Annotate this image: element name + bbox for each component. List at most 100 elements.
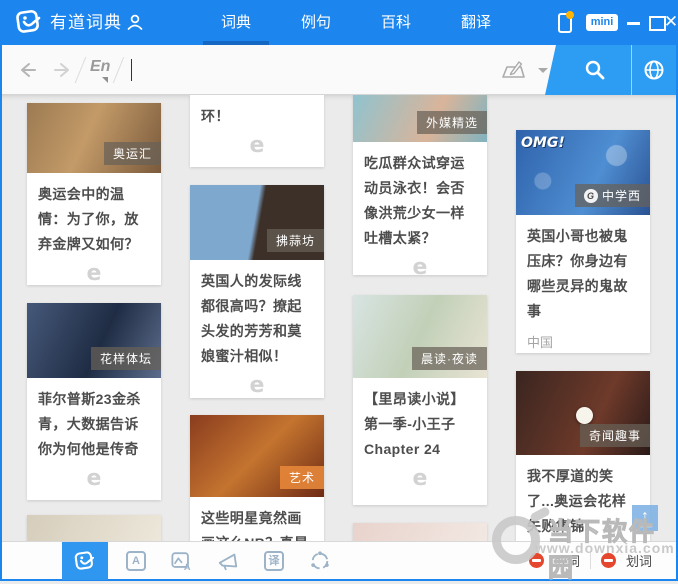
tab-translate[interactable]: 翻译	[436, 0, 516, 45]
search-bar: En	[2, 45, 676, 95]
card-image: 艺术	[190, 415, 324, 497]
user-account-icon[interactable]	[126, 13, 144, 31]
card-image: 晨读·夜读	[353, 295, 487, 378]
category-tag: 奇闻趣事	[579, 424, 650, 447]
g-badge-icon: G	[583, 188, 598, 203]
feed-card[interactable]: 奥运汇 奥运会中的温情：为了你，放弃金牌又如何？ e	[27, 103, 161, 285]
card-title: 吃瓜群众试穿运动员泳衣！会否像洪荒少女一样吐槽太紧？	[364, 155, 465, 246]
mini-mode-button[interactable]: mini	[586, 14, 618, 31]
feed-card[interactable]: OMG! G 中学西 英国小哥也被鬼压床？你身边有哪些灵异的鬼故事 中国 e	[516, 130, 650, 353]
titlebar: 有道词典 词典 例句 百科 翻译 mini ✕	[2, 0, 678, 45]
search-input[interactable]	[138, 53, 488, 87]
translate-icon: 译	[264, 550, 284, 571]
language-selector[interactable]: En	[90, 58, 110, 76]
feed-column-4: OMG! G 中学西 英国小哥也被鬼压床？你身边有哪些灵异的鬼故事 中国 e 奇…	[516, 95, 650, 541]
forward-arrow-icon[interactable]	[52, 60, 72, 80]
capture-word-off-icon[interactable]	[528, 553, 544, 568]
category-tag: G 中学西	[574, 184, 650, 207]
divider	[589, 552, 591, 569]
wordbook-icon: A	[126, 550, 146, 571]
category-tag: 外媒精选	[416, 111, 487, 134]
youdao-logo-icon	[74, 550, 95, 570]
web-translate-button[interactable]	[632, 45, 676, 95]
wordbook-button[interactable]: A	[125, 550, 147, 572]
card-image	[27, 515, 161, 541]
card-title: 【里昂读小说】第一季-小王子 Chapter 24	[364, 391, 465, 457]
tab-dictionary[interactable]: 词典	[196, 0, 276, 45]
search-icon	[585, 60, 605, 80]
card-title: 奥运会中的温情：为了你，放弃金牌又如何？	[38, 186, 139, 252]
back-to-top-button[interactable]: ↑	[632, 505, 658, 531]
content-feed: 奥运汇 奥运会中的温情：为了你，放弃金牌又如何？ e 花样体坛 菲尔普斯23金杀…	[2, 95, 676, 541]
feed-card-partial[interactable]	[353, 523, 487, 541]
card-title: 这些明星竟然画画这么NB？真是令	[201, 510, 308, 541]
feed-card-partial[interactable]	[27, 515, 161, 541]
youdao-e-logo: e	[86, 261, 102, 285]
divider	[112, 56, 125, 84]
back-arrow-icon[interactable]	[18, 60, 38, 80]
feed-card[interactable]: 奇闻趣事 我不厚道的笑了...奥运会花样失败集锦！	[516, 371, 650, 541]
text-cursor	[131, 59, 132, 81]
youdao-e-logo: e	[412, 255, 428, 276]
card-subtitle: 中国	[527, 335, 554, 350]
main-tabs: 词典 例句 百科 翻译	[196, 0, 516, 45]
feed-card[interactable]: 外媒精选 吃瓜群众试穿运动员泳衣！会否像洪荒少女一样吐槽太紧？ e	[353, 95, 487, 275]
image-overlay-text: OMG!	[521, 135, 565, 151]
card-title: 英国人的发际线都很高吗？撩起头发的芳芳和莫娘蜜汁相似！	[201, 273, 302, 364]
mobile-phone-icon[interactable]	[558, 11, 574, 33]
apps-circle-icon	[311, 550, 329, 569]
minimize-button[interactable]	[624, 12, 642, 32]
feed-column-1: 奥运汇 奥运会中的温情：为了你，放弃金牌又如何？ e 花样体坛 菲尔普斯23金杀…	[27, 95, 161, 541]
category-tag: 奥运汇	[103, 142, 161, 165]
feed-card[interactable]: 晨读·夜读 【里昂读小说】第一季-小王子 Chapter 24 e	[353, 295, 487, 505]
card-title: 菲尔普斯23金杀青，大数据告诉你为何他是传奇	[38, 391, 141, 457]
card-title: 英国小哥也被鬼压床？你身边有哪些灵异的鬼故事	[527, 228, 628, 319]
feed-column-2: 环！ e 拂蒜坊 英国人的发际线都很高吗？撩起头发的芳芳和莫娘蜜汁相似！ e 艺…	[190, 95, 324, 541]
divider	[74, 56, 87, 84]
card-image: 奥运汇	[27, 103, 161, 173]
status-toggles: 取词 划词	[528, 551, 676, 570]
card-image: 外媒精选	[353, 95, 487, 142]
picture-dictionary-icon: A	[171, 551, 191, 572]
handwriting-icon[interactable]	[500, 59, 526, 81]
search-actions	[545, 45, 676, 95]
youdao-logo-icon	[16, 10, 41, 33]
youdao-e-logo: e	[249, 373, 265, 398]
feed-card[interactable]: 花样体坛 菲尔普斯23金杀青，大数据告诉你为何他是传奇 e	[27, 303, 161, 500]
feed-column-3: 外媒精选 吃瓜群众试穿运动员泳衣！会否像洪荒少女一样吐槽太紧？ e 晨读·夜读 …	[353, 95, 487, 541]
megaphone-icon	[218, 553, 238, 570]
feed-card-partial[interactable]: 环！ e	[190, 95, 324, 167]
card-title: 环！	[201, 108, 230, 124]
feed-card[interactable]: 拂蒜坊 英国人的发际线都很高吗？撩起头发的芳芳和莫娘蜜汁相似！ e	[190, 185, 324, 398]
picture-dictionary-button[interactable]: A	[171, 550, 193, 572]
bottom-toolbar: A A 译 取词 划词	[2, 541, 676, 580]
apps-circle-button[interactable]	[309, 550, 331, 572]
search-button[interactable]	[556, 45, 630, 95]
card-image: 拂蒜坊	[190, 185, 324, 260]
close-button[interactable]: ✕	[662, 12, 678, 32]
svg-text:A: A	[184, 562, 191, 572]
select-word-toggle[interactable]: 划词	[626, 551, 652, 570]
category-tag: 艺术	[279, 466, 324, 489]
daily-broadcast-button[interactable]	[217, 550, 239, 572]
category-tag-label: 中学西	[601, 189, 641, 203]
category-tag: 花样体坛	[90, 347, 161, 370]
youdao-e-logo: e	[249, 133, 265, 158]
language-dropdown-icon[interactable]	[102, 77, 108, 83]
capture-word-toggle[interactable]: 取词	[554, 551, 580, 570]
select-word-off-icon[interactable]	[600, 553, 616, 568]
pingpong-ball	[576, 407, 593, 424]
feed-card[interactable]: 艺术 这些明星竟然画画这么NB？真是令	[190, 415, 324, 541]
handwriting-dropdown-icon[interactable]	[538, 68, 548, 73]
card-image: OMG! G 中学西	[516, 130, 650, 215]
toolbar-dictionary-button[interactable]	[62, 541, 108, 580]
app-title: 有道词典	[50, 13, 122, 32]
youdao-e-logo: e	[86, 466, 102, 491]
card-image: 奇闻趣事	[516, 371, 650, 455]
app-window: 有道词典 词典 例句 百科 翻译 mini ✕ En 奥运汇 奥运会中的温情：为…	[0, 0, 678, 583]
tab-encyclopedia[interactable]: 百科	[356, 0, 436, 45]
translate-button[interactable]: 译	[263, 550, 285, 572]
card-image: 花样体坛	[27, 303, 161, 378]
toolbar-icons: A A 译	[125, 550, 331, 572]
tab-examples[interactable]: 例句	[276, 0, 356, 45]
